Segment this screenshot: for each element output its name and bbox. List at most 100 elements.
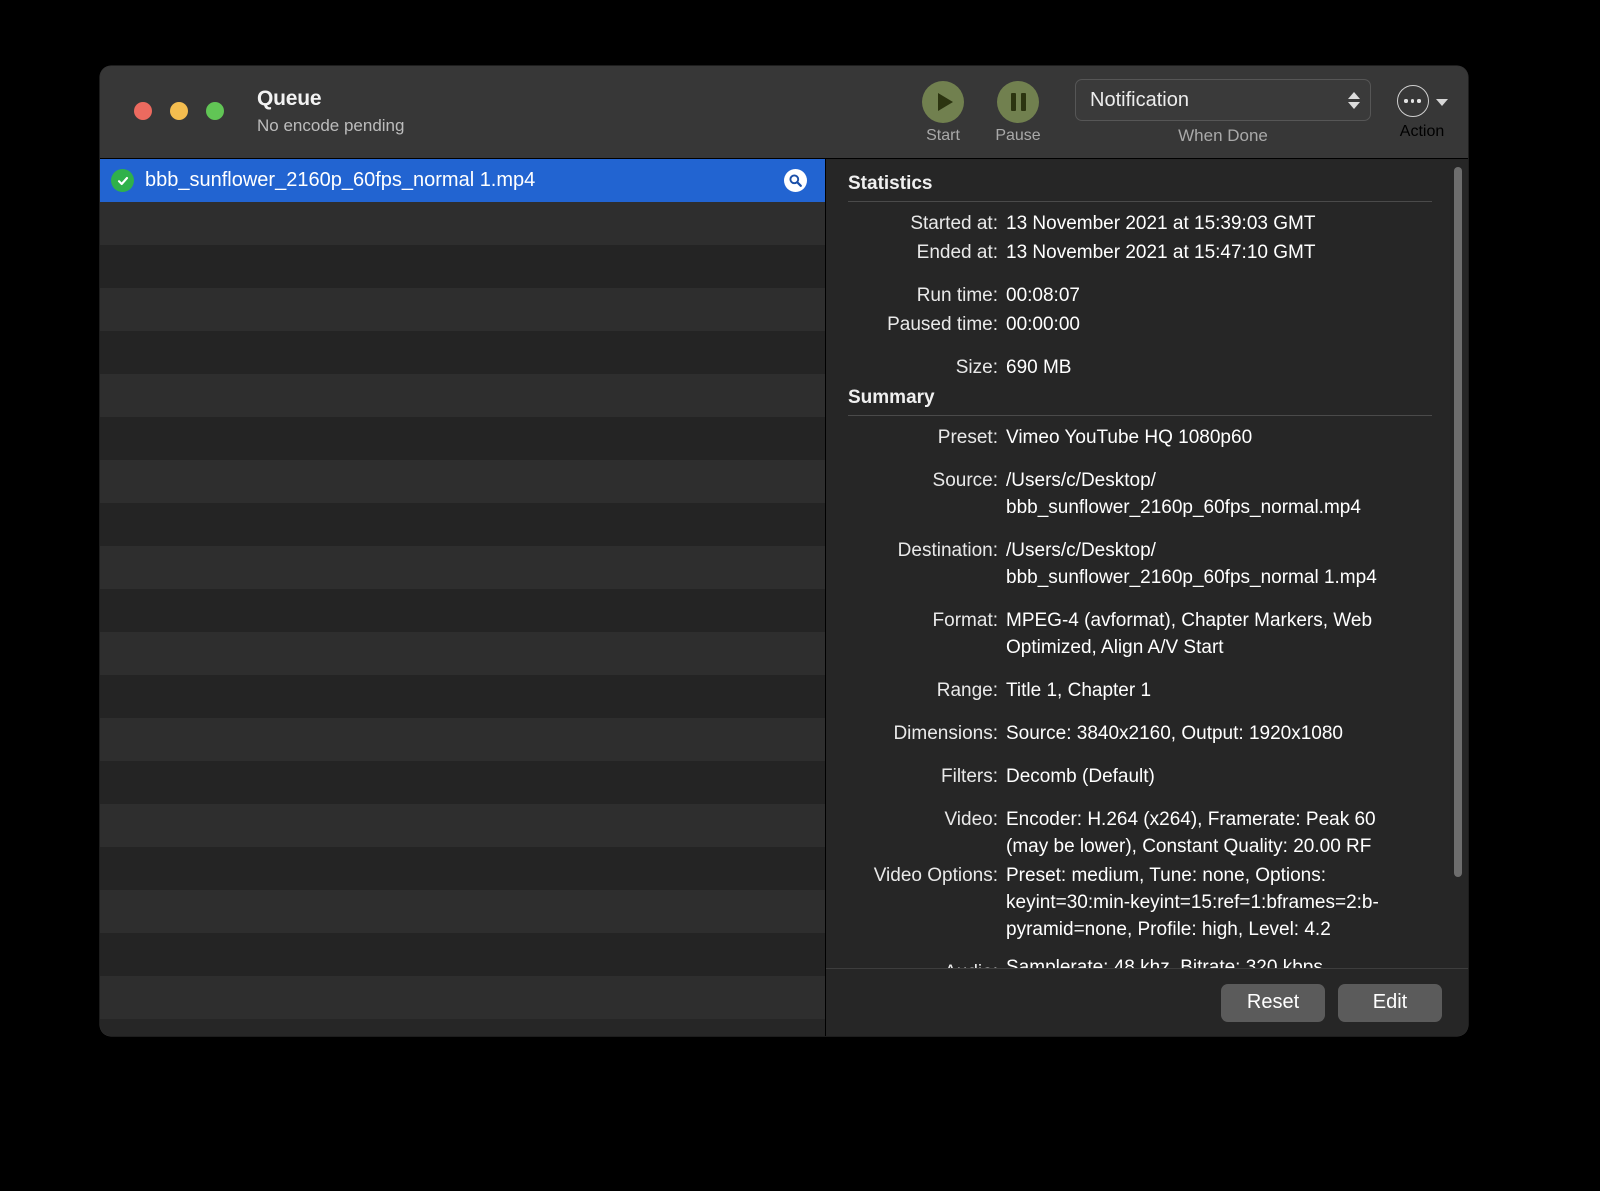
queue-row-empty[interactable] xyxy=(100,417,825,460)
window-subtitle: No encode pending xyxy=(257,116,405,135)
updown-chevron-icon xyxy=(1348,91,1360,109)
when-done-group: Notification When Done xyxy=(1075,79,1371,146)
row-value: 13 November 2021 at 15:39:03 GMT xyxy=(1006,213,1316,234)
window-title-block: Queue No encode pending xyxy=(257,86,404,138)
details-footer: Reset Edit xyxy=(826,968,1468,1036)
scrollbar-thumb[interactable] xyxy=(1454,167,1462,877)
queue-row-empty[interactable] xyxy=(100,503,825,546)
action-button-label: Action xyxy=(1399,123,1445,140)
when-done-value: Notification xyxy=(1090,88,1189,111)
row-value: /Users/c/Desktop/ bbb_sunflower_2160p_60… xyxy=(1006,540,1377,588)
stat-row-started-at: Started at: 13 November 2021 at 15:39:03… xyxy=(848,210,1432,237)
when-done-select[interactable]: Notification xyxy=(1075,79,1371,121)
close-button[interactable] xyxy=(134,102,152,120)
status-complete-icon xyxy=(111,169,134,192)
row-value: 13 November 2021 at 15:47:10 GMT xyxy=(1006,242,1316,263)
row-key: Video Options: xyxy=(873,865,998,886)
row-value: /Users/c/Desktop/ bbb_sunflower_2160p_60… xyxy=(1006,470,1361,518)
window-title: Queue xyxy=(257,87,322,110)
search-icon[interactable] xyxy=(784,169,807,192)
queue-row-empty[interactable] xyxy=(100,890,825,933)
queue-row-empty[interactable] xyxy=(100,632,825,675)
row-value: 690 MB xyxy=(1006,357,1072,378)
queue-row-empty[interactable] xyxy=(100,546,825,589)
queue-row-empty[interactable] xyxy=(100,675,825,718)
chevron-down-icon xyxy=(1435,99,1448,106)
row-key: Source: xyxy=(932,470,998,491)
details-scrollbar[interactable] xyxy=(1454,167,1462,960)
stat-row-run-time: Run time: 00:08:07 xyxy=(848,282,1432,309)
ellipsis-circle-icon xyxy=(1396,85,1429,117)
summary-row-video: Video: Encoder: H.264 (x264), Framerate:… xyxy=(848,806,1432,860)
queue-item-title: bbb_sunflower_2160p_60fps_normal 1.mp4 xyxy=(145,169,536,191)
queue-row-empty[interactable] xyxy=(100,589,825,632)
row-key: Destination: xyxy=(897,540,998,561)
summary-row-source: Source: /Users/c/Desktop/ bbb_sunflower_… xyxy=(848,467,1432,521)
zoom-button[interactable] xyxy=(206,102,224,120)
screen: Queue No encode pending Start Pause Noti… xyxy=(0,0,1600,1191)
row-key: Run time: xyxy=(916,285,998,306)
traffic-lights xyxy=(134,102,224,120)
queue-window: Queue No encode pending Start Pause Noti… xyxy=(100,66,1468,1036)
reset-button[interactable]: Reset xyxy=(1221,983,1325,1022)
action-button[interactable]: Action xyxy=(1383,79,1461,141)
row-value: Source: 3840x2160, Output: 1920x1080 xyxy=(1006,723,1343,744)
queue-row-empty[interactable] xyxy=(100,847,825,890)
row-key: Format: xyxy=(932,610,998,631)
summary-row-filters: Filters: Decomb (Default) xyxy=(848,763,1432,790)
stat-row-size: Size: 690 MB xyxy=(848,354,1432,381)
row-key: Size: xyxy=(955,357,998,378)
divider xyxy=(848,201,1432,202)
row-key: Paused time: xyxy=(887,314,998,335)
summary-row-range: Range: Title 1, Chapter 1 xyxy=(848,677,1432,704)
stat-row-paused-time: Paused time: 00:00:00 xyxy=(848,311,1432,338)
row-value: 00:08:07 xyxy=(1006,285,1080,306)
queue-list[interactable]: bbb_sunflower_2160p_60fps_normal 1.mp4 xyxy=(100,159,826,1036)
divider xyxy=(848,415,1432,416)
row-key: Filters: xyxy=(941,766,998,787)
queue-row-empty[interactable] xyxy=(100,331,825,374)
queue-row-empty[interactable] xyxy=(100,374,825,417)
queue-row-empty[interactable] xyxy=(100,804,825,847)
summary-row-destination: Destination: /Users/c/Desktop/ bbb_sunfl… xyxy=(848,537,1432,591)
queue-row-empty[interactable] xyxy=(100,718,825,761)
queue-row-empty[interactable] xyxy=(100,202,825,245)
queue-row-empty[interactable] xyxy=(100,288,825,331)
when-done-label: When Done xyxy=(1178,126,1268,145)
row-value: Vimeo YouTube HQ 1080p60 xyxy=(1006,427,1253,448)
queue-row-empty[interactable] xyxy=(100,460,825,503)
start-button-label: Start xyxy=(926,127,960,144)
queue-row-empty[interactable] xyxy=(100,245,825,288)
minimize-button[interactable] xyxy=(170,102,188,120)
play-icon xyxy=(922,79,964,125)
summary-row-dimensions: Dimensions: Source: 3840x2160, Output: 1… xyxy=(848,720,1432,747)
queue-row-empty[interactable] xyxy=(100,761,825,804)
details-scroll-area[interactable]: Statistics Started at: 13 November 2021 … xyxy=(826,159,1468,968)
details-pane: Statistics Started at: 13 November 2021 … xyxy=(826,159,1468,1036)
edit-button[interactable]: Edit xyxy=(1338,983,1442,1022)
row-key: Video: xyxy=(944,809,998,830)
start-button[interactable]: Start xyxy=(906,79,980,145)
pause-icon xyxy=(997,79,1039,125)
row-key: Audio: xyxy=(848,959,1006,968)
summary-row-format: Format: MPEG-4 (avformat), Chapter Marke… xyxy=(848,607,1432,661)
row-value: Preset: medium, Tune: none, Options: key… xyxy=(1006,865,1379,940)
window-titlebar: Queue No encode pending Start Pause Noti… xyxy=(100,66,1468,159)
row-key: Dimensions: xyxy=(893,723,998,744)
queue-row-selected[interactable]: bbb_sunflower_2160p_60fps_normal 1.mp4 xyxy=(100,159,825,202)
row-key: Range: xyxy=(936,680,998,701)
row-value: MPEG-4 (avformat), Chapter Markers, Web … xyxy=(1006,610,1373,658)
queue-row-empty[interactable] xyxy=(100,933,825,976)
audio-samplerate-line-clipped: Samplerate: 48 khz, Bitrate: 320 kbps xyxy=(1006,957,1323,968)
summary-heading: Summary xyxy=(848,387,935,408)
row-key: Ended at: xyxy=(916,242,998,263)
pause-button-label: Pause xyxy=(995,127,1041,144)
row-value: Encoder: H.264 (x264), Framerate: Peak 6… xyxy=(1006,809,1376,857)
row-value: 00:00:00 xyxy=(1006,314,1080,335)
window-body: bbb_sunflower_2160p_60fps_normal 1.mp4 S… xyxy=(100,159,1468,1036)
summary-row-preset: Preset: Vimeo YouTube HQ 1080p60 xyxy=(848,424,1432,451)
row-value: Decomb (Default) xyxy=(1006,766,1155,787)
queue-row-empty[interactable] xyxy=(100,976,825,1019)
row-value: Title 1, Chapter 1 xyxy=(1006,680,1152,701)
pause-button[interactable]: Pause xyxy=(981,79,1055,145)
